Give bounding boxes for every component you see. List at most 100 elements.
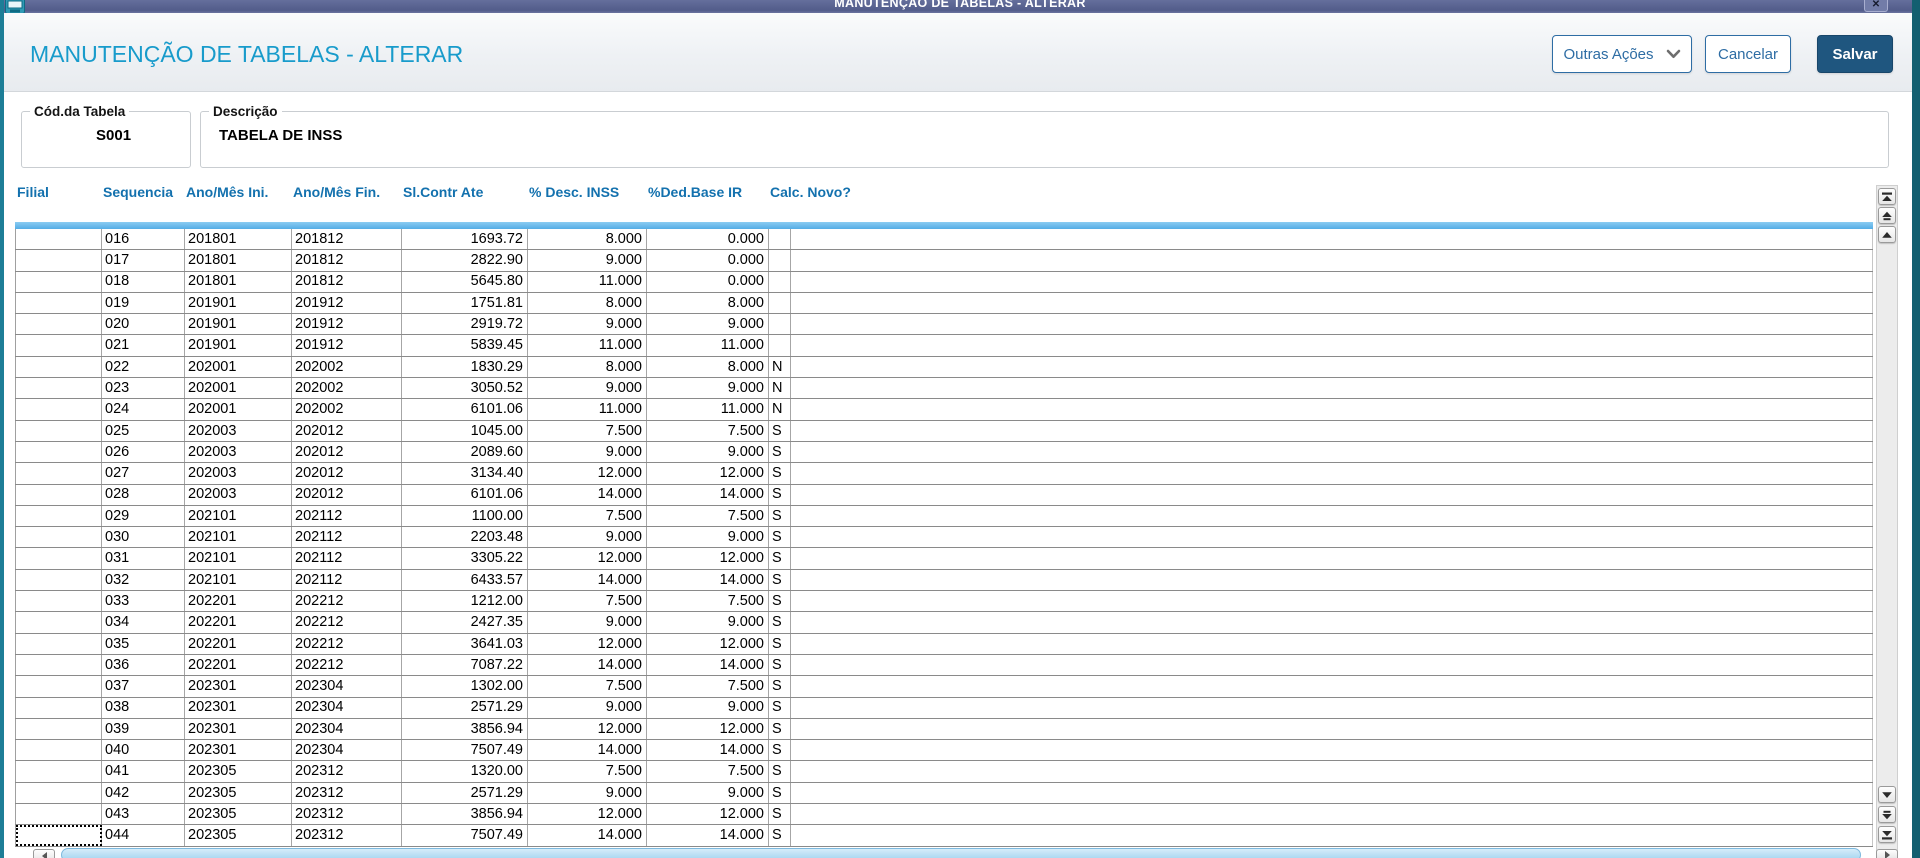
table-cell[interactable]: S	[768, 803, 791, 826]
table-cell[interactable]: 11.000	[646, 398, 769, 421]
cancel-button[interactable]: Cancelar	[1705, 35, 1791, 73]
table-cell[interactable]: N	[768, 398, 791, 421]
table-cell[interactable]: 1751.81	[401, 292, 528, 315]
table-cell[interactable]: S	[768, 718, 791, 741]
table-cell[interactable]: 12.000	[646, 547, 769, 570]
table-row[interactable]: 033 202201 202212 1212.00 7.500 7.500 S	[15, 590, 1873, 613]
table-cell[interactable]: 202001	[184, 356, 292, 379]
table-row[interactable]: 020 201901 201912 2919.72 9.000 9.000	[15, 313, 1873, 336]
table-cell[interactable]: 14.000	[646, 654, 769, 677]
table-cell[interactable]: 201912	[291, 292, 402, 315]
table-cell[interactable]: 9.000	[646, 377, 769, 400]
table-cell[interactable]: 040	[101, 739, 185, 762]
scroll-down-button[interactable]	[1878, 786, 1896, 803]
table-cell[interactable]: 201801	[184, 229, 292, 251]
table-cell[interactable]: 12.000	[527, 803, 647, 826]
table-cell[interactable]: 0.000	[646, 229, 769, 251]
table-cell[interactable]: 202212	[291, 611, 402, 634]
table-row[interactable]: 029 202101 202112 1100.00 7.500 7.500 S	[15, 505, 1873, 528]
table-row[interactable]: 025 202003 202012 1045.00 7.500 7.500 S	[15, 420, 1873, 442]
table-cell[interactable]	[15, 484, 102, 506]
table-cell[interactable]: 12.000	[527, 633, 647, 655]
table-cell[interactable]: 2571.29	[401, 782, 528, 805]
table-cell[interactable]: 202001	[184, 398, 292, 421]
table-cell[interactable]: 027	[101, 462, 185, 485]
table-cell[interactable]: 11.000	[527, 334, 647, 357]
table-cell[interactable]: 6433.57	[401, 569, 528, 592]
table-row[interactable]: 028 202003 202012 6101.06 14.000 14.000 S	[15, 484, 1873, 506]
table-cell[interactable]: 037	[101, 675, 185, 698]
column-header[interactable]: %Ded.Base IR	[646, 181, 768, 200]
table-cell[interactable]: 14.000	[646, 739, 769, 762]
table-cell[interactable]: 7.500	[527, 675, 647, 698]
table-cell[interactable]: 033	[101, 590, 185, 613]
other-actions-button[interactable]: Outras Ações	[1552, 35, 1692, 73]
table-cell[interactable]: 202112	[291, 547, 402, 570]
table-cell[interactable]: 202312	[291, 782, 402, 805]
table-cell[interactable]: 6101.06	[401, 484, 528, 506]
table-cell[interactable]: 14.000	[527, 824, 647, 847]
table-cell[interactable]: 9.000	[527, 782, 647, 805]
table-cell[interactable]: 021	[101, 334, 185, 357]
table-row[interactable]: 030 202101 202112 2203.48 9.000 9.000 S	[15, 526, 1873, 549]
table-cell[interactable]: 202201	[184, 611, 292, 634]
scroll-up-button[interactable]	[1878, 226, 1896, 243]
table-cell[interactable]: 0.000	[646, 249, 769, 272]
table-cell[interactable]: 202212	[291, 590, 402, 613]
table-cell[interactable]: 201801	[184, 271, 292, 293]
table-cell[interactable]: 9.000	[527, 526, 647, 549]
table-cell[interactable]: S	[768, 420, 791, 442]
table-cell[interactable]: 12.000	[646, 462, 769, 485]
table-cell[interactable]	[15, 718, 102, 741]
table-cell[interactable]	[15, 526, 102, 549]
table-row[interactable]: 037 202301 202304 1302.00 7.500 7.500 S	[15, 675, 1873, 698]
table-cell[interactable]: N	[768, 356, 791, 379]
column-header[interactable]: Sl.Contr Ate	[401, 181, 527, 200]
table-cell[interactable]: 202012	[291, 462, 402, 485]
table-cell[interactable]	[15, 824, 102, 847]
table-cell[interactable]	[768, 313, 791, 336]
table-cell[interactable]: 8.000	[527, 356, 647, 379]
table-cell[interactable]: 3856.94	[401, 718, 528, 741]
scroll-page-up-button[interactable]	[1878, 207, 1896, 224]
table-cell[interactable]: 202002	[291, 377, 402, 400]
table-cell[interactable]: S	[768, 633, 791, 655]
table-cell[interactable]: 9.000	[646, 611, 769, 634]
table-cell[interactable]: 041	[101, 760, 185, 783]
table-cell[interactable]	[15, 420, 102, 442]
table-cell[interactable]: 031	[101, 547, 185, 570]
table-cell[interactable]: 2089.60	[401, 441, 528, 464]
table-row[interactable]: 024 202001 202002 6101.06 11.000 11.000 N	[15, 398, 1873, 421]
table-cell[interactable]: 202212	[291, 654, 402, 677]
table-cell[interactable]: 14.000	[527, 654, 647, 677]
table-cell[interactable]: 035	[101, 633, 185, 655]
table-cell[interactable]: 202212	[291, 633, 402, 655]
table-cell[interactable]: 029	[101, 505, 185, 528]
table-cell[interactable]: 202301	[184, 675, 292, 698]
table-cell[interactable]: 1320.00	[401, 760, 528, 783]
table-cell[interactable]: 202312	[291, 824, 402, 847]
h-scroll-left-button[interactable]	[33, 849, 55, 858]
table-cell[interactable]: S	[768, 505, 791, 528]
table-row[interactable]: 032 202101 202112 6433.57 14.000 14.000 S	[15, 569, 1873, 592]
table-cell[interactable]: 044	[101, 824, 185, 847]
table-cell[interactable]: 202012	[291, 484, 402, 506]
table-cell[interactable]: 11.000	[527, 271, 647, 293]
table-cell[interactable]: 202002	[291, 356, 402, 379]
table-row[interactable]: 044 202305 202312 7507.49 14.000 14.000 S	[15, 824, 1873, 847]
description-field-value[interactable]: TABELA DE INSS	[201, 119, 1888, 144]
table-cell[interactable]: 202301	[184, 739, 292, 762]
table-cell[interactable]: 202003	[184, 462, 292, 485]
table-cell[interactable]: 039	[101, 718, 185, 741]
table-cell[interactable]	[768, 229, 791, 251]
table-cell[interactable]: 202305	[184, 760, 292, 783]
table-row[interactable]: 023 202001 202002 3050.52 9.000 9.000 N	[15, 377, 1873, 400]
table-cell[interactable]: 020	[101, 313, 185, 336]
table-cell[interactable]: 202312	[291, 760, 402, 783]
table-cell[interactable]: 7.500	[646, 420, 769, 442]
table-cell[interactable]: 202003	[184, 441, 292, 464]
table-cell[interactable]: 7.500	[646, 590, 769, 613]
table-cell[interactable]: 3050.52	[401, 377, 528, 400]
column-header[interactable]: Filial	[15, 181, 101, 200]
table-cell[interactable]	[15, 782, 102, 805]
